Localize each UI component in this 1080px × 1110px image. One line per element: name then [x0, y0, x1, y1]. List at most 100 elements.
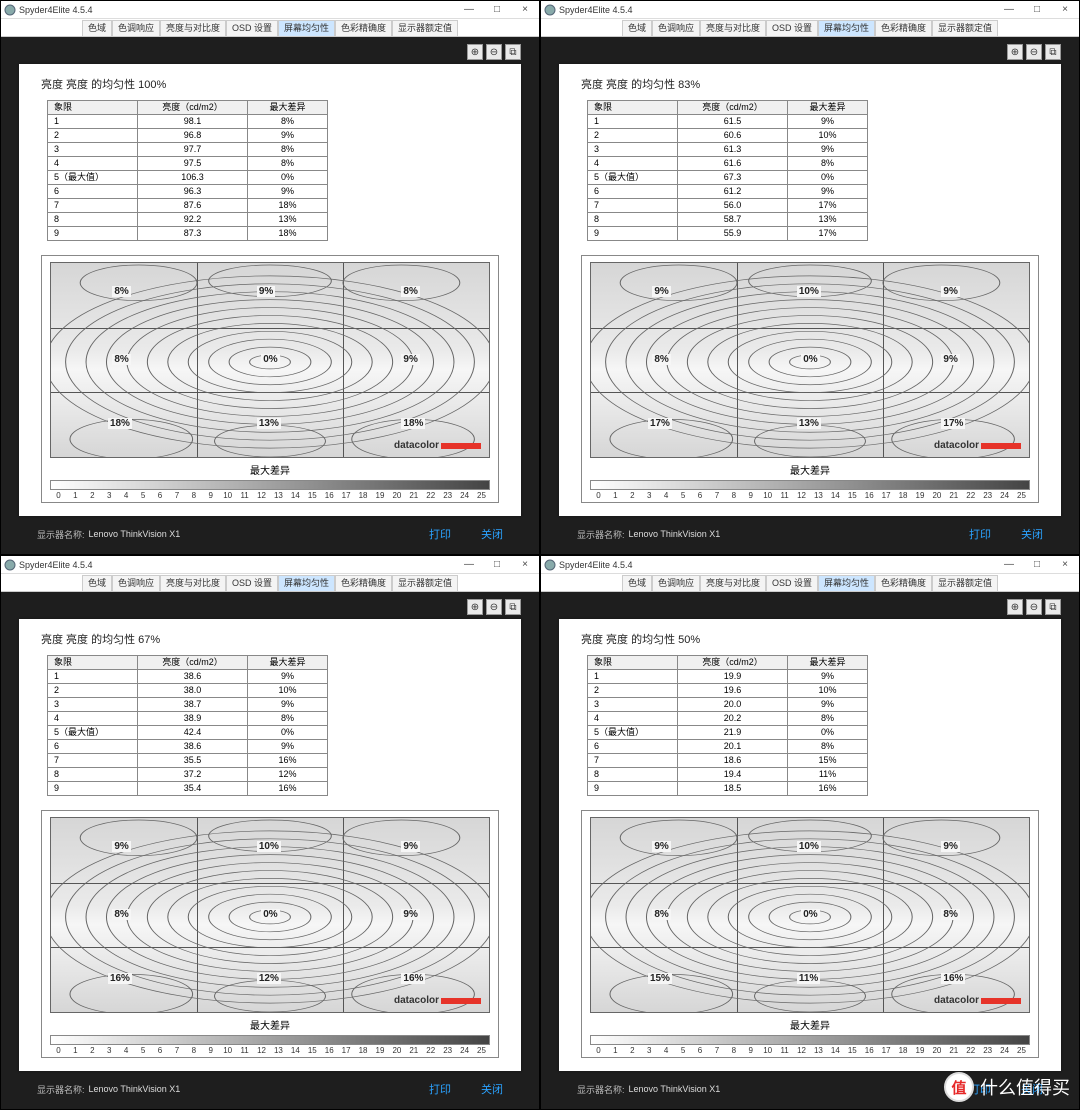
footer-bar: 显示器名称: Lenovo ThinkVision X1 打印 关闭: [19, 516, 521, 550]
close-window-button[interactable]: ×: [511, 1, 539, 19]
scale-ticks: 0123456789101112131415161718192021222324…: [590, 1046, 1030, 1055]
table-row: 438.98%: [48, 712, 328, 726]
tab-4[interactable]: 屏幕均匀性: [818, 20, 875, 36]
color-scale: [50, 480, 490, 490]
app-title: Spyder4Elite 4.5.4: [19, 560, 455, 570]
data-table: 象限亮度（cd/m2）最大差异 138.69%238.010%338.79%43…: [47, 655, 328, 796]
maximize-button[interactable]: □: [1023, 556, 1051, 574]
app-window-0: Spyder4Elite 4.5.4 — □ × 色域色调响应亮度与对比度OSD…: [0, 0, 540, 555]
table-row: 837.212%: [48, 768, 328, 782]
table-row: 497.58%: [48, 157, 328, 171]
tab-6[interactable]: 显示器额定值: [932, 20, 998, 36]
zoom-fit-icon[interactable]: ⧉: [505, 599, 521, 615]
uniformity-chart: 9%10%9%8%0%9%16%12%16% datacolor 最大差异 01…: [41, 810, 499, 1058]
zone-label-9: 17%: [941, 418, 965, 429]
tab-5[interactable]: 色彩精确度: [335, 20, 392, 36]
zone-label-6: 9%: [941, 354, 959, 365]
tab-1[interactable]: 色调响应: [112, 20, 160, 36]
tab-3[interactable]: OSD 设置: [226, 575, 278, 591]
tab-0[interactable]: 色域: [82, 575, 112, 591]
zoom-in-icon[interactable]: ⊕: [1007, 599, 1023, 615]
close-button[interactable]: 关闭: [481, 526, 503, 542]
table-row: 119.99%: [588, 670, 868, 684]
maximize-button[interactable]: □: [1023, 1, 1051, 19]
tab-2[interactable]: 亮度与对比度: [700, 20, 766, 36]
print-button[interactable]: 打印: [429, 1081, 451, 1097]
tab-3[interactable]: OSD 设置: [766, 575, 818, 591]
scale-ticks: 0123456789101112131415161718192021222324…: [590, 491, 1030, 500]
tab-4[interactable]: 屏幕均匀性: [278, 20, 335, 36]
tab-3[interactable]: OSD 设置: [766, 20, 818, 36]
brand-logo: datacolor: [394, 440, 481, 451]
print-button[interactable]: 打印: [429, 526, 451, 542]
titlebar: Spyder4Elite 4.5.4 — □ ×: [1, 556, 539, 574]
zoom-in-icon[interactable]: ⊕: [467, 44, 483, 60]
tab-0[interactable]: 色域: [622, 20, 652, 36]
print-button[interactable]: 打印: [969, 526, 991, 542]
close-button[interactable]: 关闭: [481, 1081, 503, 1097]
tab-5[interactable]: 色彩精确度: [335, 575, 392, 591]
tab-0[interactable]: 色域: [82, 20, 112, 36]
axis-label: 最大差异: [50, 462, 490, 477]
table-row: 620.18%: [588, 740, 868, 754]
app-icon: [544, 559, 556, 571]
axis-label: 最大差异: [590, 1017, 1030, 1032]
tab-bar: 色域色调响应亮度与对比度OSD 设置屏幕均匀性色彩精确度显示器额定值: [1, 574, 539, 592]
report-page: 亮度 亮度 的均匀性 100% 象限亮度（cd/m2）最大差异 198.18%2…: [19, 64, 521, 516]
contour-plot: 8%9%8%8%0%9%18%13%18% datacolor: [50, 262, 490, 458]
zoom-in-icon[interactable]: ⊕: [467, 599, 483, 615]
zoom-fit-icon[interactable]: ⧉: [505, 44, 521, 60]
maximize-button[interactable]: □: [483, 556, 511, 574]
zone-label-9: 18%: [401, 418, 425, 429]
zoom-out-icon[interactable]: ⊖: [486, 599, 502, 615]
tab-4[interactable]: 屏幕均匀性: [818, 575, 875, 591]
zone-label-1: 9%: [652, 841, 670, 852]
tab-4[interactable]: 屏幕均匀性: [278, 575, 335, 591]
close-window-button[interactable]: ×: [1051, 1, 1079, 19]
tab-1[interactable]: 色调响应: [112, 575, 160, 591]
tab-2[interactable]: 亮度与对比度: [160, 575, 226, 591]
tab-3[interactable]: OSD 设置: [226, 20, 278, 36]
minimize-button[interactable]: —: [455, 1, 483, 19]
tab-5[interactable]: 色彩精确度: [875, 575, 932, 591]
th-maxdiff: 最大差异: [248, 656, 328, 670]
zoom-fit-icon[interactable]: ⧉: [1045, 599, 1061, 615]
zone-label-8: 13%: [257, 418, 281, 429]
tab-6[interactable]: 显示器额定值: [392, 20, 458, 36]
th-quadrant: 象限: [588, 101, 678, 115]
table-row: 260.610%: [588, 129, 868, 143]
tab-bar: 色域色调响应亮度与对比度OSD 设置屏幕均匀性色彩精确度显示器额定值: [1, 19, 539, 37]
zoom-in-icon[interactable]: ⊕: [1007, 44, 1023, 60]
close-button[interactable]: 关闭: [1021, 526, 1043, 542]
data-table: 象限亮度（cd/m2）最大差异 119.99%219.610%320.09%42…: [587, 655, 868, 796]
titlebar: Spyder4Elite 4.5.4 — □ ×: [541, 556, 1079, 574]
close-window-button[interactable]: ×: [511, 556, 539, 574]
close-window-button[interactable]: ×: [1051, 556, 1079, 574]
maximize-button[interactable]: □: [483, 1, 511, 19]
axis-label: 最大差异: [50, 1017, 490, 1032]
zoom-out-icon[interactable]: ⊖: [486, 44, 502, 60]
tab-0[interactable]: 色域: [622, 575, 652, 591]
report-page: 亮度 亮度 的均匀性 83% 象限亮度（cd/m2）最大差异 161.59%26…: [559, 64, 1061, 516]
titlebar: Spyder4Elite 4.5.4 — □ ×: [1, 1, 539, 19]
minimize-button[interactable]: —: [995, 556, 1023, 574]
uniformity-chart: 8%9%8%8%0%9%18%13%18% datacolor 最大差异 012…: [41, 255, 499, 503]
tab-1[interactable]: 色调响应: [652, 20, 700, 36]
table-row: 219.610%: [588, 684, 868, 698]
tab-bar: 色域色调响应亮度与对比度OSD 设置屏幕均匀性色彩精确度显示器额定值: [541, 19, 1079, 37]
tab-2[interactable]: 亮度与对比度: [160, 20, 226, 36]
zoom-out-icon[interactable]: ⊖: [1026, 44, 1042, 60]
zoom-out-icon[interactable]: ⊖: [1026, 599, 1042, 615]
minimize-button[interactable]: —: [455, 556, 483, 574]
tab-1[interactable]: 色调响应: [652, 575, 700, 591]
minimize-button[interactable]: —: [995, 1, 1023, 19]
monitor-label: 显示器名称:: [577, 528, 625, 541]
tab-6[interactable]: 显示器额定值: [392, 575, 458, 591]
zoom-fit-icon[interactable]: ⧉: [1045, 44, 1061, 60]
zone-label-9: 16%: [401, 973, 425, 984]
brand-logo: datacolor: [934, 440, 1021, 451]
tab-5[interactable]: 色彩精确度: [875, 20, 932, 36]
tab-6[interactable]: 显示器额定值: [932, 575, 998, 591]
tab-2[interactable]: 亮度与对比度: [700, 575, 766, 591]
table-row: 918.516%: [588, 782, 868, 796]
